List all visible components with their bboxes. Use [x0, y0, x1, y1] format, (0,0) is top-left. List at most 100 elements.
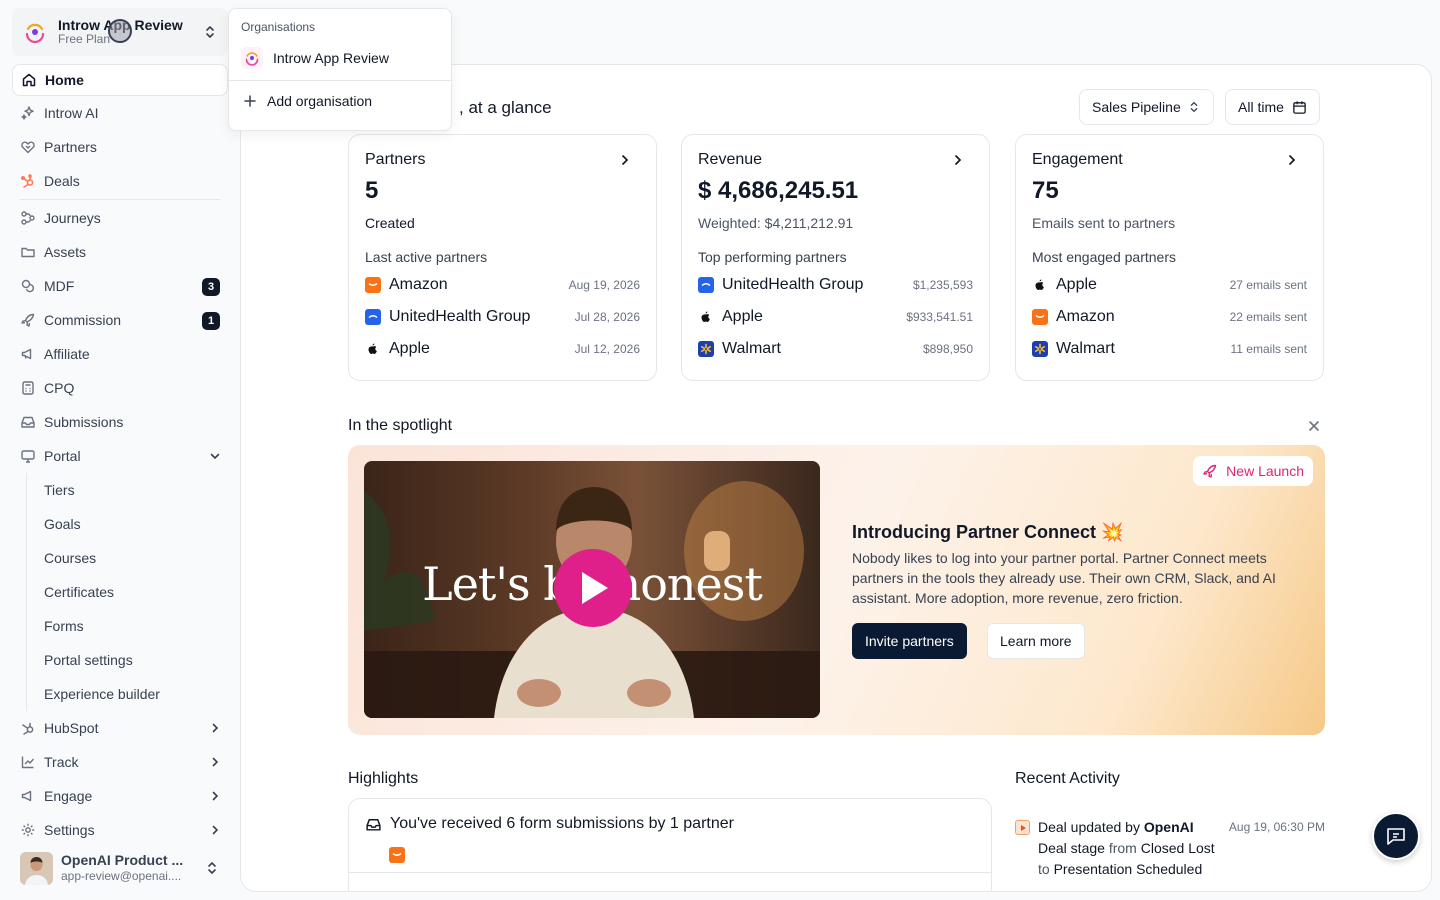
highlight-divider [349, 872, 991, 873]
pipeline-select[interactable]: Sales Pipeline [1079, 89, 1214, 125]
commission-count-badge: 1 [202, 312, 220, 330]
apple-logo-icon [1032, 277, 1048, 293]
highlights-title: Highlights [348, 770, 419, 787]
activity-time: Aug 19, 06:30 PM [1228, 820, 1325, 834]
sidebar-item-portal[interactable]: Portal [12, 439, 228, 473]
partner-name: UnitedHealth Group [389, 308, 531, 325]
mouse-cursor [108, 19, 132, 43]
sidebar-item-label: Deals [44, 173, 80, 189]
activity-from-word: from [1104, 840, 1141, 856]
chevrons-up-down-icon [1190, 101, 1198, 113]
activity-item[interactable]: Deal updated by OpenAI Aug 19, 06:30 PM … [1015, 817, 1325, 880]
sidebar-item-engage[interactable]: Engage [12, 779, 228, 813]
activity-prefix: Deal updated by [1038, 819, 1144, 835]
list-item[interactable]: Apple $933,541.51 [698, 305, 973, 329]
nav-divider [20, 199, 220, 200]
list-item[interactable]: Walmart $898,950 [698, 337, 973, 361]
card-subtitle: Emails sent to partners [1032, 215, 1176, 231]
sidebar-item-label: Journeys [44, 210, 101, 226]
sidebar-subitem-experience-builder[interactable]: Experience builder [27, 677, 228, 711]
deal-icon [1015, 820, 1030, 835]
activity-to-value: Presentation Scheduled [1053, 861, 1203, 877]
list-item[interactable]: Apple 27 emails sent [1032, 273, 1307, 297]
spotlight-body: Nobody likes to log into your partner po… [852, 550, 1276, 606]
list-item[interactable]: UnitedHealth Group Jul 28, 2026 [365, 305, 640, 329]
sidebar-item-affiliate[interactable]: Affiliate [12, 337, 228, 371]
user-name: OpenAI Product ... [61, 852, 184, 869]
org-menu-title: Organisations [241, 20, 316, 34]
sidebar-item-introw-ai[interactable]: Introw AI [12, 96, 228, 130]
sidebar-item-track[interactable]: Track [12, 745, 228, 779]
video-thumbnail[interactable]: Let's be honest [364, 461, 820, 718]
card-title: Partners [365, 151, 426, 168]
revenue-card[interactable]: Revenue $ 4,686,245.51 Weighted: $4,211,… [681, 134, 990, 381]
partners-card[interactable]: Partners 5 Created Last active partners … [348, 134, 657, 381]
sidebar-subitem-certificates[interactable]: Certificates [27, 575, 228, 609]
list-item[interactable]: Walmart 11 emails sent [1032, 337, 1307, 361]
date-range-button[interactable]: All time [1225, 89, 1320, 125]
partner-emails: 27 emails sent [1229, 278, 1307, 292]
chevron-right-icon[interactable] [951, 153, 965, 167]
pipeline-select-label: Sales Pipeline [1092, 99, 1181, 115]
megaphone-icon [21, 348, 32, 360]
mdf-count-badge: 3 [202, 278, 220, 296]
sidebar-item-mdf[interactable]: MDF 3 [12, 269, 228, 303]
sidebar-item-label: MDF [44, 278, 75, 294]
list-item[interactable]: UnitedHealth Group $1,235,593 [698, 273, 973, 297]
sidebar-item-partners[interactable]: Partners [12, 130, 228, 164]
card-subtitle: Weighted: $4,211,212.91 [698, 215, 854, 231]
play-icon [582, 572, 608, 604]
chevron-down-icon [210, 453, 220, 460]
sidebar-subitem-courses[interactable]: Courses [27, 541, 228, 575]
sidebar-item-journeys[interactable]: Journeys [12, 201, 228, 235]
partner-revenue: $1,235,593 [912, 278, 973, 292]
sidebar-item-commission[interactable]: Commission 1 [12, 303, 228, 337]
chevron-right-icon[interactable] [618, 153, 632, 167]
sparkles-icon [21, 106, 34, 120]
card-subtitle: Created [365, 215, 415, 231]
chevron-right-icon[interactable] [1285, 153, 1299, 167]
list-item[interactable]: Apple Jul 12, 2026 [365, 337, 640, 361]
chevrons-up-down-icon [206, 26, 214, 38]
spotlight-banner: Let's be honest New Launch Introducing P… [348, 445, 1325, 735]
sidebar-item-home[interactable]: Home [12, 64, 228, 96]
highlight-item[interactable]: You've received 6 form submissions by 1 … [349, 799, 991, 833]
org-logo-icon [22, 19, 48, 45]
workflow-icon [21, 211, 35, 225]
apple-logo-icon [698, 309, 714, 325]
sidebar-item-assets[interactable]: Assets [12, 235, 228, 269]
org-menu-item[interactable]: Introw App Review [229, 40, 451, 76]
user-menu[interactable]: OpenAI Product ... app-review@openai.... [12, 846, 228, 890]
rocket-icon [1203, 464, 1217, 478]
card-title: Revenue [698, 151, 763, 168]
chat-launcher-button[interactable] [1372, 812, 1420, 860]
sidebar-item-label: Affiliate [44, 346, 90, 362]
date-range-label: All time [1238, 99, 1284, 115]
sidebar-subitem-tiers[interactable]: Tiers [27, 473, 228, 507]
learn-more-button[interactable]: Learn more [987, 623, 1085, 659]
hubspot-icon [22, 722, 34, 735]
invite-partners-button[interactable]: Invite partners [852, 623, 967, 659]
list-item[interactable]: Amazon Aug 19, 2026 [365, 273, 640, 297]
activity-field: Deal stage [1038, 840, 1105, 856]
line-chart-icon [21, 756, 35, 769]
close-icon[interactable] [1307, 419, 1321, 433]
play-button[interactable] [554, 549, 632, 627]
sidebar-item-label: CPQ [44, 380, 75, 396]
partner-revenue: $933,541.51 [906, 310, 973, 324]
sidebar-item-cpq[interactable]: CPQ [12, 371, 228, 405]
sidebar-item-hubspot[interactable]: HubSpot [12, 711, 228, 745]
sidebar-subitem-forms[interactable]: Forms [27, 609, 228, 643]
sidebar-item-deals[interactable]: Deals [12, 164, 228, 198]
engagement-card[interactable]: Engagement 75 Emails sent to partners Mo… [1015, 134, 1324, 381]
sidebar-item-submissions[interactable]: Submissions [12, 405, 228, 439]
sidebar-item-settings[interactable]: Settings [12, 813, 228, 847]
sidebar-subitem-goals[interactable]: Goals [27, 507, 228, 541]
add-organisation-button[interactable]: Add organisation [229, 81, 451, 121]
calculator-icon [22, 381, 34, 395]
sidebar: Introw App Review Free Plan Home Introw … [0, 0, 240, 900]
list-item[interactable]: Amazon 22 emails sent [1032, 305, 1307, 329]
sidebar-subitem-portal-settings[interactable]: Portal settings [27, 643, 228, 677]
partner-date: Jul 28, 2026 [574, 310, 640, 324]
partner-name: UnitedHealth Group [722, 276, 864, 293]
